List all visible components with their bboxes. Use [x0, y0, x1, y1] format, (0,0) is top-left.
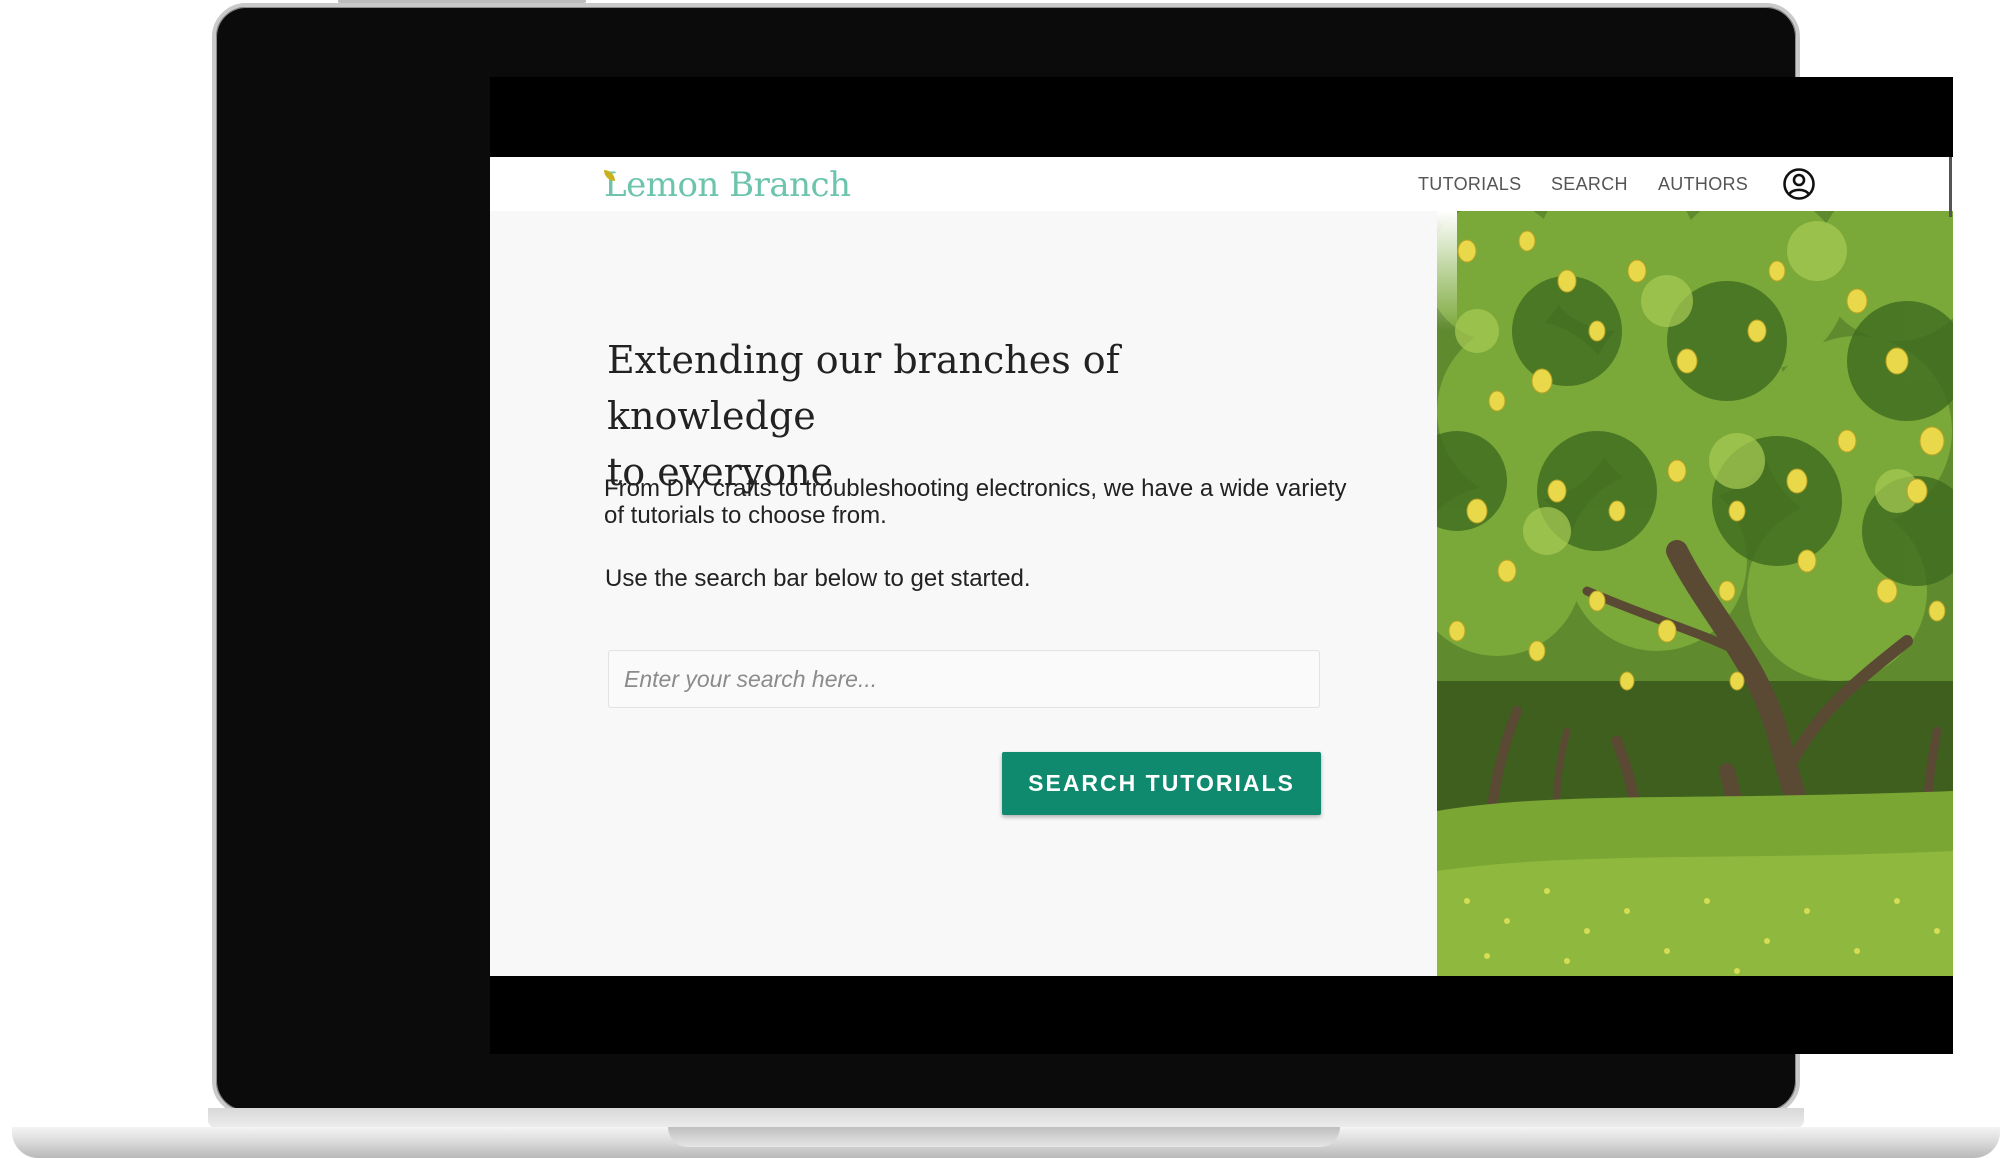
- nav-search[interactable]: SEARCH: [1551, 174, 1628, 195]
- nav-authors[interactable]: AUTHORS: [1658, 174, 1748, 195]
- hero-cta-text: Use the search bar below to get started.: [605, 565, 1031, 592]
- lemon-grove-photo: [1437, 211, 1953, 976]
- lemon-grove-illustration: [1437, 211, 1953, 976]
- nav-tutorials[interactable]: TUTORIALS: [1418, 174, 1521, 195]
- laptop-base-notch: [668, 1127, 1340, 1147]
- account-circle-icon[interactable]: [1782, 167, 1816, 201]
- hero-description: From DIY crafts to troubleshooting elect…: [604, 475, 1347, 529]
- hero-title-line1: Extending our branches of knowledge: [607, 338, 1120, 438]
- scrollbar[interactable]: [1949, 157, 1952, 217]
- laptop-hinge: [208, 1108, 1804, 1128]
- search-tutorials-button[interactable]: SEARCH TUTORIALS: [1002, 752, 1321, 815]
- site-logo[interactable]: Lemon Branch: [604, 165, 851, 205]
- search-input[interactable]: [608, 650, 1320, 708]
- photo-corner-highlight: [1437, 211, 1457, 331]
- website: Lemon Branch TUTORIALS SEARCH AUTHORS Ex…: [490, 157, 1953, 976]
- site-header: Lemon Branch TUTORIALS SEARCH AUTHORS: [490, 157, 1953, 211]
- laptop-lid: Lemon Branch TUTORIALS SEARCH AUTHORS Ex…: [212, 3, 1953, 1115]
- laptop-screen: Lemon Branch TUTORIALS SEARCH AUTHORS Ex…: [490, 77, 1953, 1054]
